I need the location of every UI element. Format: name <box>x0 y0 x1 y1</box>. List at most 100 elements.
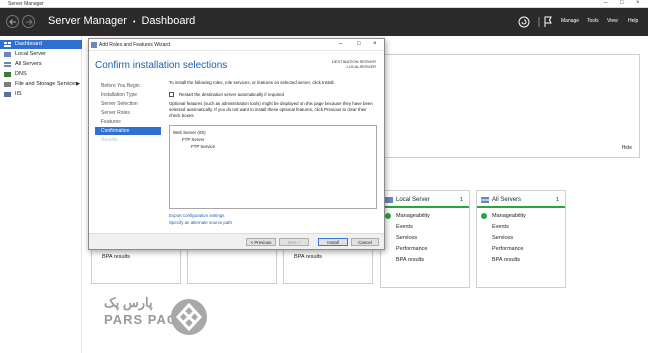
storage-icon <box>4 82 11 87</box>
destination-server: DESTINATION SERVER LOCALSERVER <box>332 59 376 69</box>
dialog-titlebar: Add Roles and Features Wizard – □ × <box>89 39 384 51</box>
sidebar-item-label: File and Storage Services <box>15 81 78 87</box>
forward-button[interactable] <box>22 15 35 28</box>
close-icon[interactable]: × <box>373 41 377 47</box>
sidebar-item-label: Dashboard <box>15 41 42 47</box>
iis-icon <box>4 92 11 97</box>
tile-row-bpa[interactable]: BPA results <box>294 254 322 260</box>
server-icon <box>4 52 11 57</box>
tile-row-services[interactable]: Services <box>492 235 513 241</box>
tile-title: All Servers <box>492 197 522 203</box>
dialog-title: Add Roles and Features Wizard <box>99 42 170 48</box>
add-roles-wizard-dialog: Add Roles and Features Wizard – □ × Conf… <box>88 38 385 250</box>
menu-manage[interactable]: Manage <box>561 18 579 24</box>
breadcrumb-app: Server Manager <box>48 15 127 27</box>
intro-text: To install the following roles, role ser… <box>169 80 335 85</box>
sidebar-item-label: All Servers <box>15 61 42 67</box>
feature-web-server: Web Server (IIS) <box>173 130 206 135</box>
export-config-link[interactable]: Export configuration settings <box>169 213 224 218</box>
tile-row-performance[interactable]: Performance <box>492 246 524 252</box>
tile-count: 1 <box>555 197 559 203</box>
servers-icon <box>4 62 11 67</box>
step-confirmation[interactable]: Confirmation <box>95 127 161 135</box>
breadcrumb-separator: • <box>132 19 136 26</box>
sidebar-item-local-server[interactable]: Local Server <box>0 50 82 59</box>
dashboard-icon <box>4 42 11 47</box>
step-features[interactable]: Features <box>101 119 121 125</box>
sidebar-item-dns[interactable]: DNS <box>0 70 82 79</box>
tile-dns[interactable]: BPA results <box>283 248 373 284</box>
sidebar-item-label: Local Server <box>15 51 46 57</box>
menu-view[interactable]: View <box>607 18 618 24</box>
cancel-button[interactable]: Cancel <box>351 238 379 246</box>
server-icon <box>385 197 393 203</box>
step-server-selection[interactable]: Server Selection <box>101 101 138 107</box>
tile-all-servers[interactable]: All Servers 1 Manageability Events Servi… <box>476 190 566 288</box>
tile-iis[interactable]: BPA results <box>91 248 181 284</box>
breadcrumb-page: Dashboard <box>141 15 196 27</box>
back-button[interactable] <box>6 15 19 28</box>
wizard-footer: < Previous Next > Install Cancel <box>89 233 384 249</box>
app-header: Server Manager • Dashboard Manage Tools … <box>0 8 648 36</box>
menu-help[interactable]: Help <box>628 18 638 24</box>
tile-row-events[interactable]: Events <box>492 224 509 230</box>
expand-arrow-icon[interactable]: ▶ <box>76 80 80 89</box>
forward-arrow-icon <box>26 19 33 25</box>
optional-features-text: Optional features (such as administratio… <box>169 101 373 118</box>
tile-header: All Servers 1 <box>477 191 565 208</box>
tile-count: 1 <box>459 197 463 203</box>
maximize-icon[interactable]: □ <box>357 41 361 47</box>
minimize-icon[interactable]: – <box>604 0 607 6</box>
tile-title: Local Server <box>396 197 430 203</box>
status-ok-icon <box>481 213 487 219</box>
step-installation-type[interactable]: Installation Type <box>101 92 137 98</box>
dns-icon <box>4 72 11 77</box>
refresh-icon[interactable] <box>518 16 530 28</box>
sidebar-item-label: IIS <box>15 91 22 97</box>
previous-button[interactable]: < Previous <box>246 238 276 246</box>
tile-row-bpa[interactable]: BPA results <box>102 254 130 260</box>
step-server-roles[interactable]: Server Roles <box>101 110 130 116</box>
sidebar-item-dashboard[interactable]: Dashboard <box>0 40 82 49</box>
tile-row-manageability[interactable]: Manageability <box>492 213 526 219</box>
sidebar-item-label: DNS <box>15 71 27 77</box>
step-before-you-begin[interactable]: Before You Begin <box>101 83 140 89</box>
tile-row-performance[interactable]: Performance <box>396 246 428 252</box>
window-title: Server Manager <box>8 1 44 7</box>
features-list: Web Server (IIS) FTP Server FTP Service <box>169 125 377 209</box>
tile-row-bpa[interactable]: BPA results <box>396 257 424 263</box>
logo-text-fa: پارس پک <box>104 295 153 310</box>
maximize-icon[interactable]: □ <box>620 0 624 6</box>
sidebar: Dashboard Local Server All Servers DNS F… <box>0 36 82 353</box>
menu-tools[interactable]: Tools <box>587 18 599 24</box>
restart-checkbox-label[interactable]: Restart the destination server automatic… <box>179 92 284 97</box>
window-titlebar: Server Manager – □ × <box>0 0 648 8</box>
install-button[interactable]: Install <box>318 238 348 246</box>
back-arrow-icon <box>9 19 16 25</box>
step-results: Results <box>101 137 118 143</box>
alternate-source-link[interactable]: Specify an alternate source path <box>169 220 232 225</box>
tile-file-storage[interactable] <box>187 248 277 284</box>
parspack-logo: پارس پک PARS PACK <box>96 295 211 341</box>
hide-link[interactable]: Hide <box>622 145 632 151</box>
wizard-app-icon <box>91 42 97 48</box>
tile-row-services[interactable]: Services <box>396 235 417 241</box>
logo-mark-icon <box>171 299 207 335</box>
tile-local-server[interactable]: Local Server 1 Manageability Events Serv… <box>380 190 470 288</box>
close-icon[interactable]: × <box>636 0 640 6</box>
minimize-icon[interactable]: – <box>339 41 342 47</box>
restart-checkbox[interactable] <box>169 92 174 97</box>
destination-value: LOCALSERVER <box>346 64 377 69</box>
sidebar-item-all-servers[interactable]: All Servers <box>0 60 82 69</box>
status-ok-icon <box>385 213 391 219</box>
notifications-flag-icon[interactable] <box>542 16 554 28</box>
servers-icon <box>481 197 489 203</box>
tile-row-manageability[interactable]: Manageability <box>396 213 430 219</box>
tile-header: Local Server 1 <box>381 191 469 208</box>
tile-row-bpa[interactable]: BPA results <box>492 257 520 263</box>
feature-ftp-server: FTP Server <box>182 137 205 142</box>
wizard-heading: Confirm installation selections <box>95 60 228 71</box>
tile-row-events[interactable]: Events <box>396 224 413 230</box>
sidebar-item-iis[interactable]: IIS <box>0 90 82 99</box>
sidebar-item-file-storage[interactable]: File and Storage Services ▶ <box>0 80 82 89</box>
